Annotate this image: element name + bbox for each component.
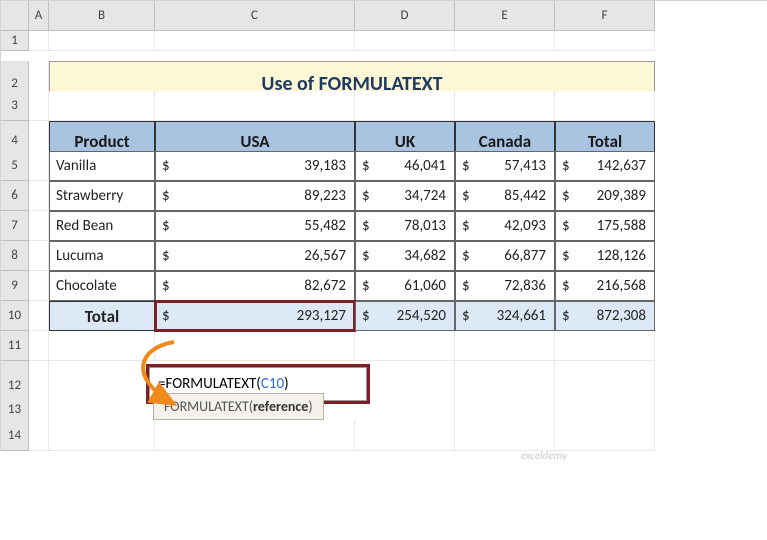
cell-r1-c1[interactable] [49,31,155,51]
row-header-6[interactable]: 6 [1,181,29,211]
product-name[interactable]: Chocolate [49,271,155,301]
cell-r11-c1[interactable] [49,331,155,361]
cell-r1-c3[interactable] [355,31,455,51]
cell-r1-c0[interactable] [29,31,49,51]
cell-r11-c0[interactable] [29,331,49,361]
cell-canada-8[interactable]: $66,877 [455,241,555,271]
cell-r11-c5[interactable] [555,331,655,361]
cell-uk-9[interactable]: $61,060 [355,271,455,301]
col-header-C[interactable]: C [155,1,355,31]
total-uk[interactable]: $254,520 [355,301,455,331]
cell-canada-5[interactable]: $57,413 [455,151,555,181]
cell-canada-7[interactable]: $42,093 [455,211,555,241]
total-usa[interactable]: $293,127 [155,301,355,331]
tooltip-wrap: FORMULATEXT(reference) [155,391,355,429]
row-header-10[interactable]: 10 [1,301,29,331]
col-header-D[interactable]: D [355,1,455,31]
row-header-14[interactable]: 14 [1,421,29,451]
cell-r11-c2[interactable] [155,331,355,361]
cell-total-8[interactable]: $128,126 [555,241,655,271]
cell-r1-c2[interactable] [155,31,355,51]
cell-r14-c4[interactable] [455,421,555,451]
cell-usa-9[interactable]: $82,672 [155,271,355,301]
cell-r3-c1[interactable] [49,91,155,121]
cell-uk-6[interactable]: $34,724 [355,181,455,211]
total-canada[interactable]: $324,661 [455,301,555,331]
row-header-3[interactable]: 3 [1,91,29,121]
cell-r3-c3[interactable] [355,91,455,121]
cell-uk-8[interactable]: $34,682 [355,241,455,271]
cell-canada-9[interactable]: $72,836 [455,271,555,301]
cell-usa-8[interactable]: $26,567 [155,241,355,271]
product-name[interactable]: Red Bean [49,211,155,241]
col-header-A[interactable]: A [29,1,49,31]
col-header-E[interactable]: E [455,1,555,31]
row-header-8[interactable]: 8 [1,241,29,271]
cell-A7[interactable] [29,211,49,241]
cell-usa-6[interactable]: $89,223 [155,181,355,211]
col-header-B[interactable]: B [49,1,155,31]
cell-usa-7[interactable]: $55,482 [155,211,355,241]
cell-A6[interactable] [29,181,49,211]
row-header-1[interactable]: 1 [1,31,29,51]
cell-uk-7[interactable]: $78,013 [355,211,455,241]
product-name[interactable]: Vanilla [49,151,155,181]
cell-r3-c2[interactable] [155,91,355,121]
cell-r3-c5[interactable] [555,91,655,121]
cell-r11-c4[interactable] [455,331,555,361]
cell-total-9[interactable]: $216,568 [555,271,655,301]
col-header-F[interactable]: F [555,1,655,31]
cell-total-5[interactable]: $142,637 [555,151,655,181]
row-header-5[interactable]: 5 [1,151,29,181]
cell-A9[interactable] [29,271,49,301]
totals-label: Total [49,301,155,331]
watermark: exceldemy [521,449,567,462]
select-all[interactable] [1,1,29,31]
cell-r11-c3[interactable] [355,331,455,361]
cell-total-7[interactable]: $175,588 [555,211,655,241]
cell-r1-c5[interactable] [555,31,655,51]
cell-A8[interactable] [29,241,49,271]
cell-A10[interactable] [29,301,49,331]
total-total[interactable]: $872,308 [555,301,655,331]
cell-r14-c3[interactable] [355,421,455,451]
row-header-9[interactable]: 9 [1,271,29,301]
cell-total-6[interactable]: $209,389 [555,181,655,211]
cell-uk-5[interactable]: $46,041 [355,151,455,181]
cell-canada-6[interactable]: $85,442 [455,181,555,211]
cell-usa-5[interactable]: $39,183 [155,151,355,181]
formula-tooltip: FORMULATEXT(reference) [153,393,324,420]
cell-r1-c4[interactable] [455,31,555,51]
row-header-11[interactable]: 11 [1,331,29,361]
cell-r14-c0[interactable] [29,421,49,451]
product-name[interactable]: Strawberry [49,181,155,211]
cell-r14-c5[interactable] [555,421,655,451]
cell-r3-c4[interactable] [455,91,555,121]
product-name[interactable]: Lucuma [49,241,155,271]
cell-A5[interactable] [29,151,49,181]
cell-r14-c1[interactable] [49,421,155,451]
cell-r3-c0[interactable] [29,91,49,121]
row-header-7[interactable]: 7 [1,211,29,241]
